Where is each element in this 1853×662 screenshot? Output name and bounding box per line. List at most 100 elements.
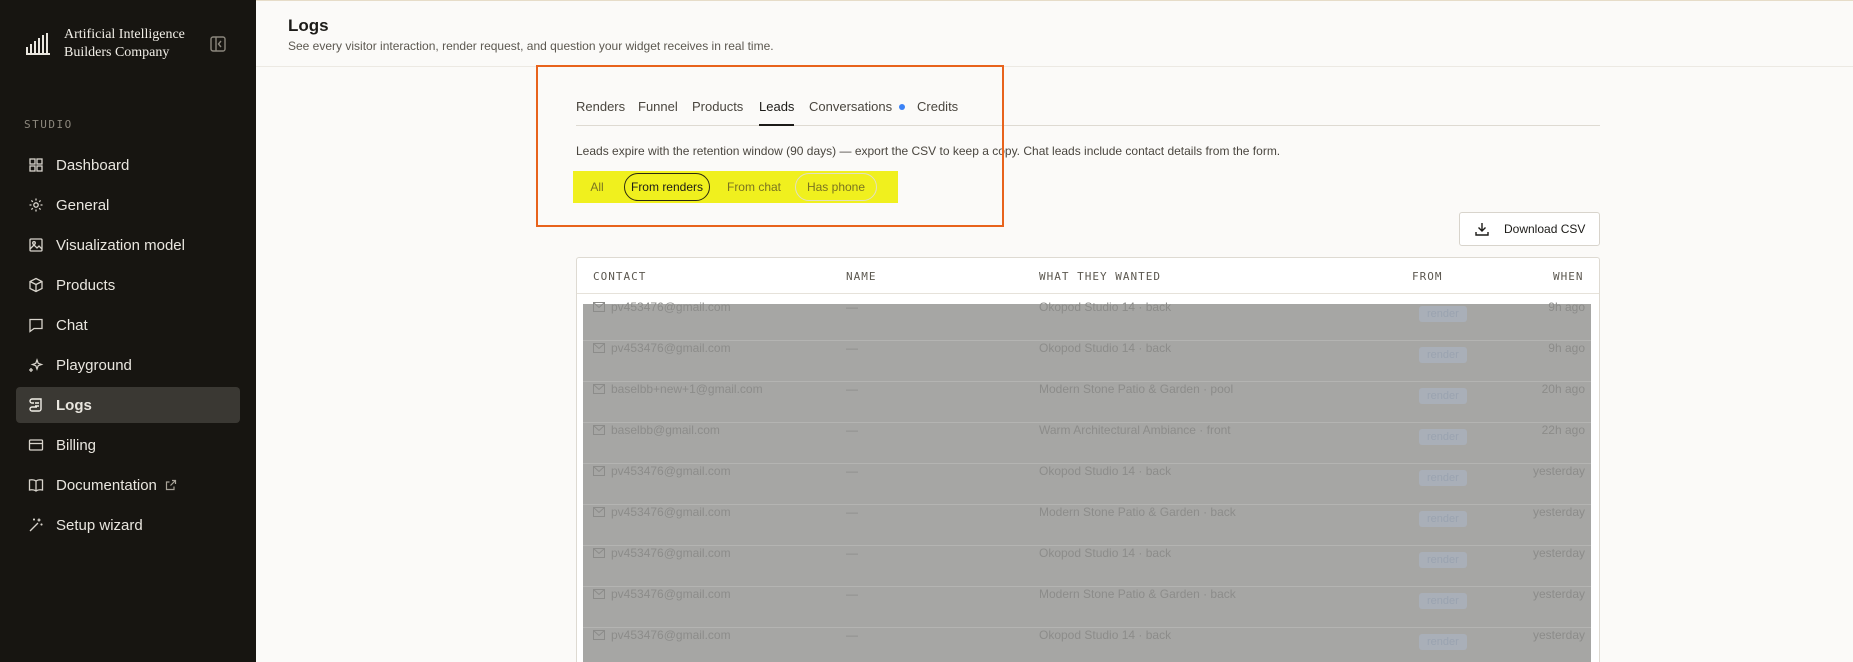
wanted-cell: Warm Architectural Ambiance · front [1039, 423, 1231, 437]
sidebar-item-visualization-model[interactable]: Visualization model [16, 227, 240, 263]
sidebar-item-chat[interactable]: Chat [16, 307, 240, 343]
sidebar-item-label: Documentation [56, 476, 157, 494]
table-row[interactable]: pv453476@gmail.com — Okopod Studio 14 · ba… [583, 628, 1591, 662]
contact-email: pv453476@gmail.com [611, 546, 731, 560]
name-cell: — [846, 628, 858, 642]
grid-icon [29, 158, 43, 172]
source-badge: render [1419, 429, 1467, 445]
brand-line-1: Artificial Intelligence [64, 27, 185, 42]
card-icon [28, 439, 44, 451]
tab-credits[interactable]: Credits [917, 99, 958, 126]
contact-email: pv453476@gmail.com [611, 300, 731, 314]
mail-icon [593, 548, 605, 558]
filter-from-chat[interactable]: From chat [718, 173, 790, 201]
tab-funnel[interactable]: Funnel [638, 99, 678, 126]
when-cell: yesterday [1532, 628, 1585, 642]
table-row[interactable]: pv453476@gmail.com — Modern Stone Patio & … [583, 587, 1591, 628]
mail-icon [593, 425, 605, 435]
sidebar-item-label: Billing [56, 436, 97, 454]
contact-email: pv453476@gmail.com [611, 464, 731, 478]
sidebar-item-logs[interactable]: Logs [16, 387, 240, 423]
name-cell: — [846, 382, 858, 396]
external-link-icon [165, 479, 177, 491]
when-cell: yesterday [1532, 546, 1585, 560]
name-cell: — [846, 587, 858, 601]
source-badge: render [1419, 470, 1467, 486]
wanted-cell: Okopod Studio 14 · back [1039, 628, 1172, 642]
table-row[interactable]: pv453476@gmail.com — Modern Stone Patio & … [583, 505, 1591, 546]
source-badge: render [1419, 388, 1467, 404]
sparkles-icon [29, 358, 44, 372]
download-icon [1475, 223, 1489, 236]
book-icon [28, 479, 44, 492]
column-contact[interactable]: CONTACT [593, 270, 646, 283]
sidebar-item-label: Setup wizard [56, 516, 143, 534]
sidebar-item-label: Products [56, 276, 116, 294]
sidebar-item-setup-wizard[interactable]: Setup wizard [16, 507, 240, 543]
wanted-cell: Okopod Studio 14 · back [1039, 464, 1172, 478]
column-what-they-wanted[interactable]: WHAT THEY WANTED [1039, 270, 1161, 283]
top-border [256, 0, 1853, 1]
column-when[interactable]: WHEN [1553, 270, 1584, 283]
scroll-icon [29, 398, 42, 412]
contact-cell: pv453476@gmail.com [593, 341, 731, 355]
source-badge: render [1419, 511, 1467, 527]
filter-has-phone[interactable]: Has phone [795, 173, 877, 201]
source-badge: render [1419, 593, 1467, 609]
table-row[interactable]: baselbb+new+1@gmail.com — Modern Stone Pat… [583, 382, 1591, 423]
unread-dot-icon [899, 104, 906, 110]
table-row[interactable]: pv453476@gmail.com — Okopod Studio 14 · ba… [583, 464, 1591, 505]
column-from[interactable]: FROM [1412, 270, 1443, 283]
column-name[interactable]: NAME [846, 270, 877, 283]
tab-conversations[interactable]: Conversations [809, 99, 906, 126]
leads-table: CONTACT NAME WHAT THEY WANTED FROM WHEN … [576, 257, 1600, 662]
table-row[interactable]: baselbb@gmail.com — Warm Architectural Amb… [583, 423, 1591, 464]
mail-icon [593, 630, 605, 640]
filter-all[interactable]: All [579, 173, 615, 201]
contact-cell: pv453476@gmail.com [593, 505, 731, 519]
wanted-cell: Okopod Studio 14 · back [1039, 341, 1172, 355]
brand[interactable]: Artificial Intelligence Builders Company [26, 26, 204, 62]
tab-renders[interactable]: Renders [576, 99, 625, 126]
logs-tabs: Renders Funnel Products Leads Conversati… [576, 99, 1600, 126]
chat-icon [29, 318, 43, 333]
tab-leads[interactable]: Leads [759, 99, 795, 126]
table-row[interactable]: pv453476@gmail.com — Okopod Studio 14 · ba… [583, 546, 1591, 587]
table-row[interactable]: pv453476@gmail.com — Okopod Studio 14 · ba… [583, 341, 1591, 382]
wanted-cell: Okopod Studio 14 · back [1039, 300, 1172, 314]
mail-icon [593, 302, 605, 312]
collapse-sidebar-icon[interactable] [208, 34, 228, 54]
sidebar-item-general[interactable]: General [16, 187, 240, 223]
contact-cell: pv453476@gmail.com [593, 587, 731, 601]
sidebar-item-products[interactable]: Products [16, 267, 240, 303]
when-cell: yesterday [1532, 587, 1585, 601]
when-cell: 20h ago [1541, 382, 1585, 396]
sidebar-item-billing[interactable]: Billing [16, 427, 240, 463]
download-csv-button[interactable]: Download CSV [1459, 212, 1600, 246]
when-cell: 22h ago [1541, 423, 1585, 437]
sidebar-item-label: Dashboard [56, 156, 130, 174]
image-icon [29, 238, 43, 252]
page-subtitle: See every visitor interaction, render re… [288, 39, 774, 53]
mail-icon [593, 466, 605, 476]
mail-icon [593, 507, 605, 517]
contact-email: pv453476@gmail.com [611, 628, 731, 642]
contact-email: baselbb@gmail.com [611, 423, 720, 437]
sidebar-item-documentation[interactable]: Documentation [16, 467, 240, 503]
sidebar-item-dashboard[interactable]: Dashboard [16, 147, 240, 183]
box-icon [29, 277, 43, 293]
table-header: CONTACT NAME WHAT THEY WANTED FROM WHEN [577, 258, 1599, 294]
sidebar: Artificial Intelligence Builders Company… [0, 0, 256, 662]
filter-from-renders[interactable]: From renders [624, 173, 710, 201]
wanted-cell: Modern Stone Patio & Garden · back [1039, 587, 1236, 601]
contact-email: baselbb+new+1@gmail.com [611, 382, 763, 396]
contact-email: pv453476@gmail.com [611, 341, 731, 355]
sidebar-item-playground[interactable]: Playground [16, 347, 240, 383]
tab-products[interactable]: Products [692, 99, 743, 126]
wanted-cell: Modern Stone Patio & Garden · back [1039, 505, 1236, 519]
contact-cell: pv453476@gmail.com [593, 546, 731, 560]
brand-name: Artificial Intelligence Builders Company [64, 26, 204, 62]
table-row[interactable]: pv453476@gmail.com — Okopod Studio 14 · ba… [583, 300, 1591, 341]
mail-icon [593, 384, 605, 394]
sidebar-item-label: General [56, 196, 110, 214]
